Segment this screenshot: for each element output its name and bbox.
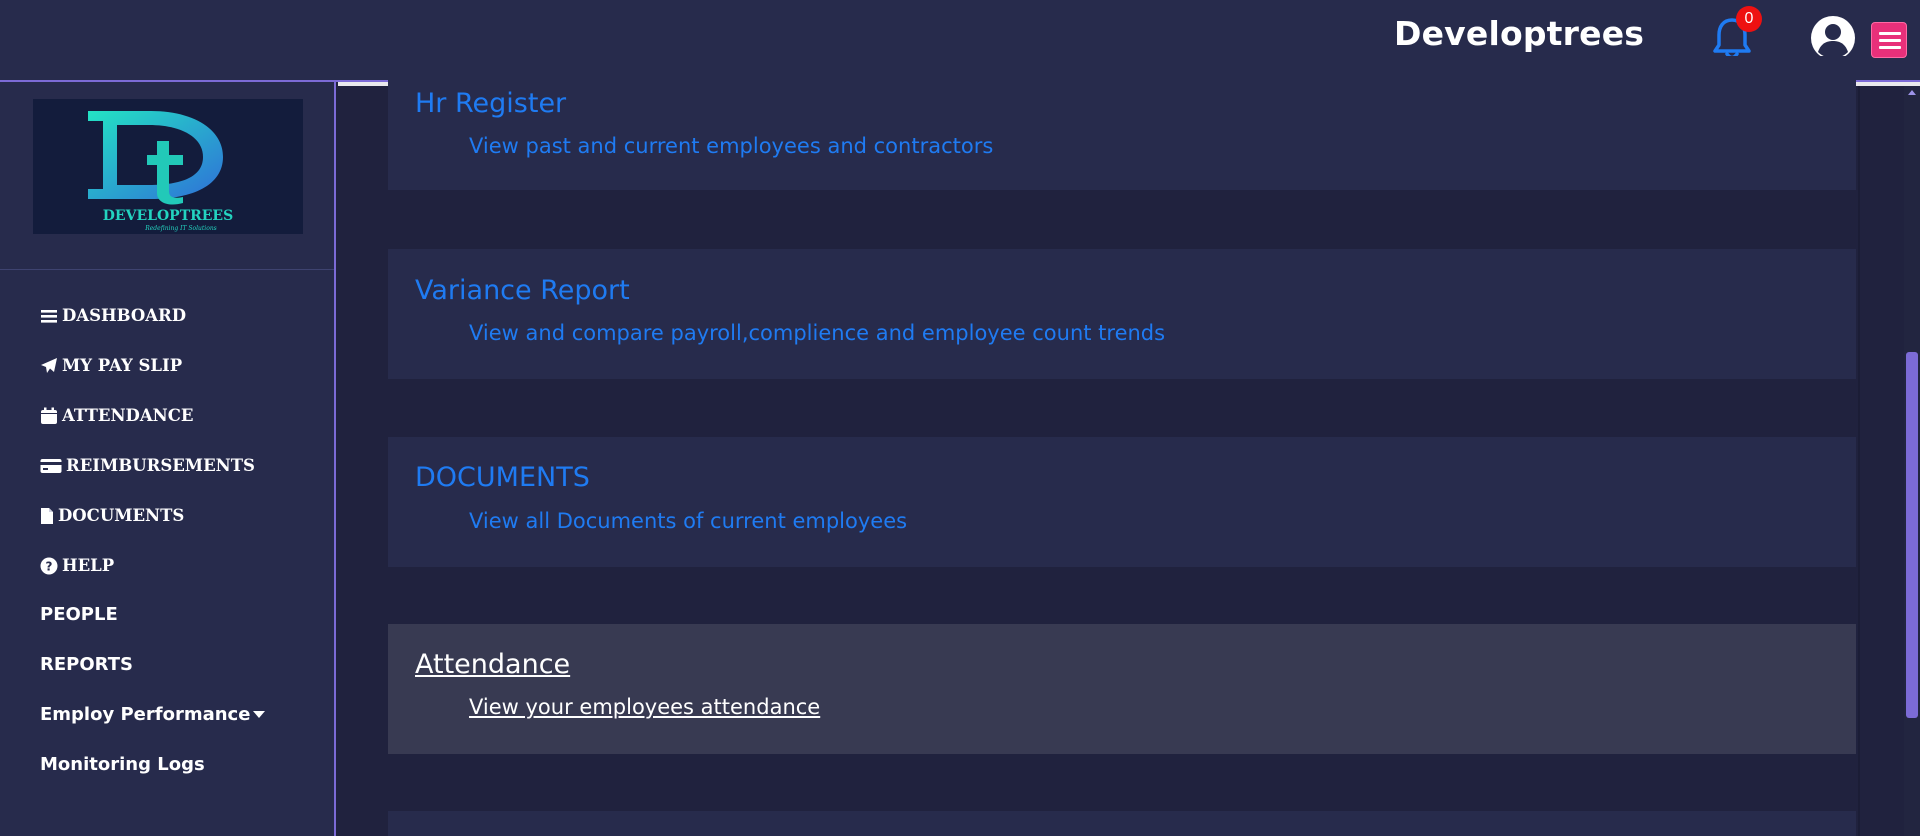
scroll-up-arrow-icon[interactable] <box>1908 90 1916 95</box>
sidebar-item-documents[interactable]: DOCUMENTS <box>40 506 184 525</box>
bars-icon <box>41 309 57 323</box>
sidebar-item-label: REIMBURSEMENTS <box>66 456 255 475</box>
report-card-next[interactable] <box>388 811 1856 836</box>
sidebar-item-reports[interactable]: REPORTS <box>40 654 133 675</box>
sidebar-item-reimbursements[interactable]: REIMBURSEMENTS <box>40 456 255 475</box>
sidebar-item-people[interactable]: PEOPLE <box>40 604 118 625</box>
sidebar-item-my-pay-slip[interactable]: MY PAY SLIP <box>40 356 182 375</box>
hamburger-menu-button[interactable] <box>1871 22 1907 58</box>
credit-card-icon <box>40 458 62 473</box>
sidebar-item-label: DOCUMENTS <box>58 506 185 525</box>
card-title[interactable]: Hr Register <box>415 88 566 119</box>
sidebar-item-label: ATTENDANCE <box>62 406 194 425</box>
hamburger-line <box>1879 39 1901 42</box>
card-description[interactable]: View past and current employees and cont… <box>469 134 993 158</box>
scrollbar-thumb[interactable] <box>1906 352 1918 718</box>
sidebar-item-label: HELP <box>62 556 115 575</box>
brand-title: Developtrees <box>1394 14 1645 53</box>
sidebar-item-label: Monitoring Logs <box>40 754 205 775</box>
svg-text:?: ? <box>46 559 53 573</box>
hamburger-line <box>1879 46 1901 49</box>
report-card-variance-report[interactable]: Variance Report View and compare payroll… <box>388 249 1856 379</box>
sidebar-item-label: REPORTS <box>40 654 133 675</box>
card-description[interactable]: View and compare payroll,complience and … <box>469 321 1165 345</box>
sidebar-divider <box>0 269 334 270</box>
logo-wordmark: DEVELOPTREES <box>103 208 233 224</box>
report-card-documents[interactable]: DOCUMENTS View all Documents of current … <box>388 437 1856 567</box>
sidebar-item-label: PEOPLE <box>40 604 118 625</box>
sidebar-item-label: Employ Performance <box>40 704 251 725</box>
sidebar-item-label: DASHBOARD <box>62 306 187 325</box>
notification-badge: 0 <box>1736 6 1762 32</box>
card-title[interactable]: Variance Report <box>415 275 630 306</box>
sidebar-item-help[interactable]: ? HELP <box>40 556 114 575</box>
sidebar-item-monitoring-logs[interactable]: Monitoring Logs <box>40 754 205 775</box>
logo-tagline: Redefining IT Solutions <box>144 225 217 232</box>
sidebar-item-dashboard[interactable]: DASHBOARD <box>40 306 186 325</box>
hamburger-line <box>1879 32 1901 35</box>
sidebar-item-attendance[interactable]: ATTENDANCE <box>40 406 193 425</box>
sidebar-item-employ-performance[interactable]: Employ Performance <box>40 704 266 725</box>
question-circle-icon: ? <box>40 557 58 574</box>
sidebar-item-label: MY PAY SLIP <box>62 356 183 375</box>
paper-plane-icon <box>41 357 57 373</box>
calendar-icon <box>41 407 57 424</box>
user-avatar-icon[interactable] <box>1810 15 1856 61</box>
card-title[interactable]: DOCUMENTS <box>415 462 590 493</box>
company-logo: DEVELOPTREES Redefining IT Solutions <box>33 99 303 234</box>
developtrees-logo-icon: DEVELOPTREES Redefining IT Solutions <box>88 111 233 232</box>
card-description[interactable]: View all Documents of current employees <box>469 509 907 533</box>
caret-down-icon <box>253 711 266 718</box>
report-card-hr-register[interactable]: Hr Register View past and current employ… <box>388 56 1856 190</box>
card-title[interactable]: Attendance <box>415 649 570 680</box>
file-icon <box>41 507 53 524</box>
report-card-attendance[interactable]: Attendance View your employees attendanc… <box>388 624 1856 754</box>
sidebar: DEVELOPTREES Redefining IT Solutions DAS… <box>0 82 336 836</box>
content-right-edge <box>1858 86 1860 836</box>
card-description[interactable]: View your employees attendance <box>469 695 820 719</box>
